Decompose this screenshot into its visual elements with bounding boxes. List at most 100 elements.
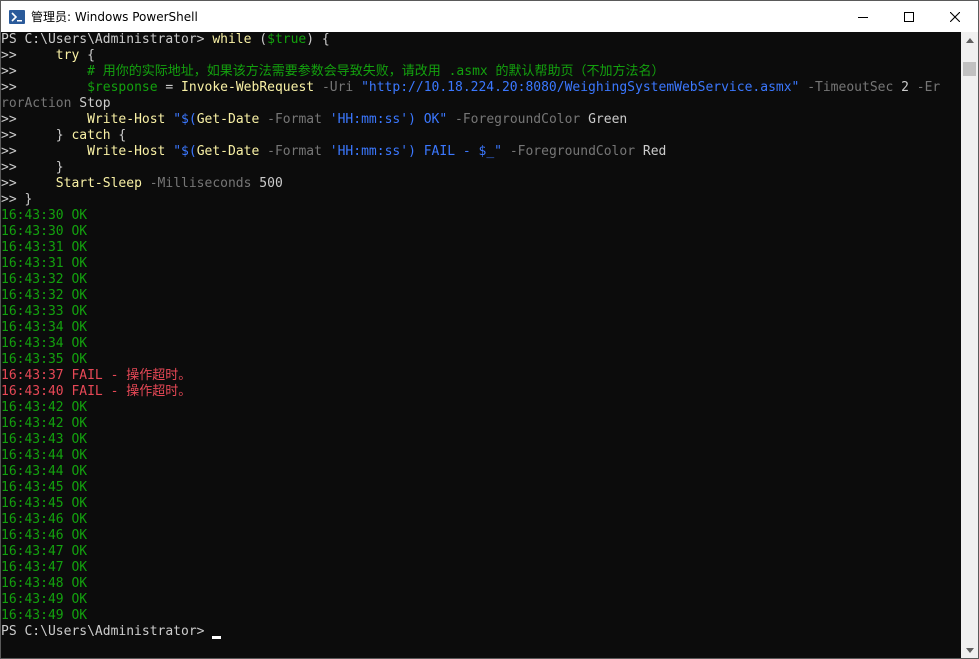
parameter: -TimeoutSec	[807, 80, 894, 95]
cmdlet: Write-Host	[87, 144, 166, 159]
cmdlet: Invoke-WebRequest	[181, 80, 315, 95]
string-literal: 'HH:mm:ss'	[329, 112, 409, 127]
prompt-text: PS C:\Users\Administrator>	[1, 624, 213, 639]
code-text: Red	[642, 144, 667, 159]
number-literal: 500	[259, 176, 283, 191]
output-line-fail: 16:43:40 FAIL - 操作超时。	[1, 384, 192, 399]
output-line-ok: 16:43:46 OK	[1, 512, 88, 527]
continuation-prompt: >>	[1, 192, 25, 207]
continuation-prompt: >>	[1, 128, 25, 143]
continuation-prompt: >>	[1, 160, 25, 175]
command-line: PS C:\Users\Administrator> while ($true)…	[1, 32, 962, 48]
scroll-down-button[interactable]	[961, 642, 978, 658]
output-line-ok: 16:43:32 OK	[1, 288, 88, 303]
console-output[interactable]: PS C:\Users\Administrator> while ($true)…	[1, 32, 962, 658]
keyword: try	[55, 48, 80, 63]
close-button[interactable]	[932, 1, 978, 32]
command-line: >> Write-Host "$(Get-Date -Format 'HH:mm…	[1, 144, 962, 160]
scrollbar-thumb[interactable]	[963, 62, 976, 76]
output-line-ok: 16:43:47 OK	[1, 560, 88, 575]
scroll-up-arrow-icon	[965, 38, 974, 43]
window-title: 管理员: Windows PowerShell	[31, 10, 198, 24]
cmdlet: Write-Host	[87, 112, 166, 127]
command-line: >> }	[1, 160, 962, 176]
title-bar[interactable]: 管理员: Windows PowerShell	[1, 1, 978, 32]
parameter: -Format	[267, 144, 322, 159]
minimize-button[interactable]	[840, 1, 886, 32]
parameter: rorAction	[1, 96, 72, 111]
output-line-ok: 16:43:32 OK	[1, 272, 88, 287]
command-line: >> $response = Invoke-WebRequest -Uri "h…	[1, 80, 962, 96]
output-line-ok: 16:43:34 OK	[1, 320, 88, 335]
continuation-prompt: >>	[1, 112, 25, 127]
output-line-ok: 16:43:46 OK	[1, 528, 88, 543]
command-line: >> try {	[1, 48, 962, 64]
cmdlet: Get-Date	[196, 144, 260, 159]
output-line-ok: 16:43:44 OK	[1, 464, 88, 479]
vertical-scrollbar[interactable]	[961, 32, 978, 658]
output-line-ok: 16:43:34 OK	[1, 336, 88, 351]
command-line: >> Write-Host "$(Get-Date -Format 'HH:mm…	[1, 112, 962, 128]
command-line: >> }	[1, 192, 962, 208]
close-icon	[950, 11, 960, 22]
code-text: }	[24, 192, 33, 207]
output-line-ok: 16:43:45 OK	[1, 480, 88, 495]
window-controls	[840, 1, 978, 32]
string-literal: "$(	[173, 112, 197, 127]
keyword: while	[212, 32, 252, 47]
parameter: -Milliseconds	[149, 176, 252, 191]
command-line: >> Start-Sleep -Milliseconds 500	[1, 176, 962, 192]
cmdlet: Start-Sleep	[55, 176, 142, 191]
string-literal: "$(	[173, 144, 197, 159]
keyword: catch	[71, 128, 111, 143]
output-line-ok: 16:43:31 OK	[1, 256, 88, 271]
code-text: Stop	[79, 96, 111, 111]
code-text: }	[55, 128, 72, 143]
string-literal: "http://10.18.224.20:8080/WeighingSystem…	[361, 80, 800, 95]
output-line-ok: 16:43:33 OK	[1, 304, 88, 319]
output-line-ok: 16:43:30 OK	[1, 224, 88, 239]
minimize-icon	[858, 16, 868, 18]
output-line-ok: 16:43:43 OK	[1, 432, 88, 447]
scroll-down-arrow-icon	[965, 648, 974, 653]
code-text: {	[79, 48, 95, 63]
command-line: >> # 用你的实际地址，如果该方法需要参数会导致失败，请改用 .asmx 的默…	[1, 64, 962, 80]
powershell-icon	[9, 9, 25, 25]
continuation-prompt: >>	[1, 64, 25, 79]
number-literal: 2	[901, 80, 909, 95]
maximize-button[interactable]	[886, 1, 932, 32]
parameter: -Format	[267, 112, 322, 127]
output-line-ok: 16:43:44 OK	[1, 448, 88, 463]
string-literal: 'HH:mm:ss'	[329, 144, 409, 159]
output-line-ok: 16:43:35 OK	[1, 352, 88, 367]
code-text: Green	[588, 112, 628, 127]
continuation-prompt: >>	[1, 80, 25, 95]
code-text: ) {	[306, 32, 330, 47]
string-literal: ) OK"	[408, 112, 448, 127]
continuation-prompt: >>	[1, 144, 25, 159]
output-line-ok: 16:43:31 OK	[1, 240, 88, 255]
parameter: -ForegroundColor	[509, 144, 636, 159]
variable: $response	[87, 80, 158, 95]
continuation-prompt: >>	[1, 176, 25, 191]
maximize-icon	[904, 11, 914, 22]
output-line-ok: 16:43:42 OK	[1, 416, 88, 431]
output-line-fail: 16:43:37 FAIL - 操作超时。	[1, 368, 192, 383]
comment-text: # 用你的实际地址，如果该方法需要参数会导致失败，请改用 .asmx 的默认帮助…	[87, 64, 665, 79]
output-line-ok: 16:43:48 OK	[1, 576, 88, 591]
text-cursor	[212, 636, 222, 639]
command-line: >> } catch {	[1, 128, 962, 144]
prompt-text: PS C:\Users\Administrator>	[1, 32, 213, 47]
code-text: }	[55, 160, 64, 175]
output-line-ok: 16:43:45 OK	[1, 496, 88, 511]
output-line-ok: 16:43:47 OK	[1, 544, 88, 559]
output-line-ok: 16:43:42 OK	[1, 400, 88, 415]
output-line-ok: 16:43:30 OK	[1, 208, 88, 223]
command-line: rorAction Stop	[1, 96, 962, 112]
output-lines: 16:43:30 OK 16:43:30 OK 16:43:31 OK 16:43:3…	[1, 208, 962, 624]
variable: $true	[267, 32, 307, 47]
final-prompt-line: PS C:\Users\Administrator>	[1, 624, 962, 640]
powershell-window: 管理员: Windows PowerShell PS C:\Users\Admi…	[0, 0, 979, 659]
parameter: -ForegroundColor	[455, 112, 581, 127]
scroll-up-button[interactable]	[961, 32, 978, 49]
